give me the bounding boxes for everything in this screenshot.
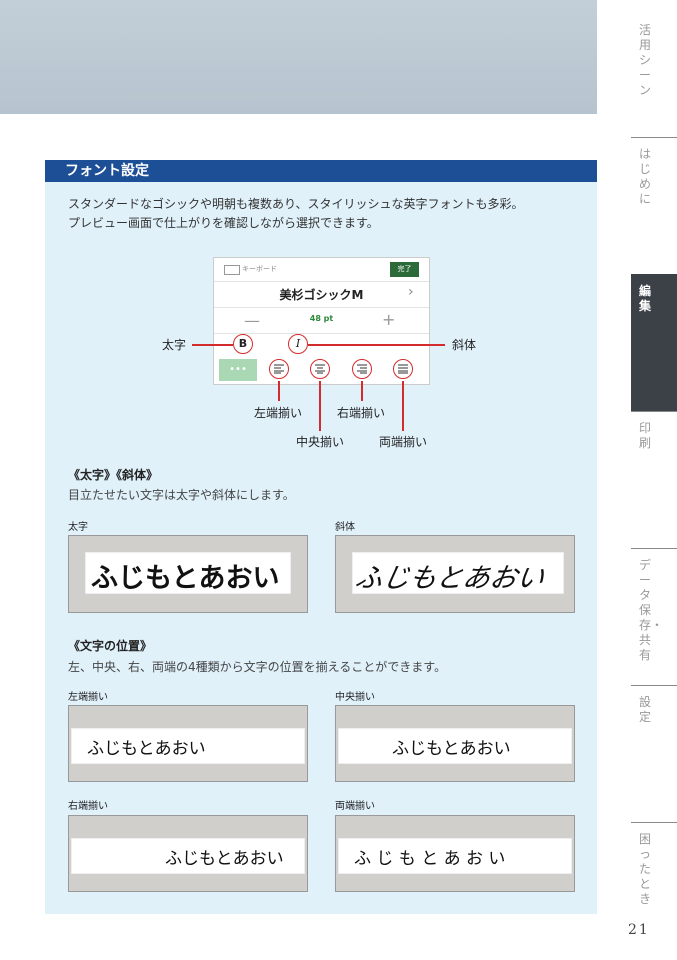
callout-line xyxy=(278,381,280,401)
center-sample-text: ふじもとあおい xyxy=(392,739,511,759)
sidebar-item-print[interactable]: 印刷 xyxy=(631,411,677,541)
sidebar-item-label: 活用シーン xyxy=(639,23,652,97)
italic-sample-text: ふじもとあおい xyxy=(352,563,547,594)
intro-line: スタンダードなゴシックや明朝も複数あり、スタイリッシュな英字フォントも多彩。 xyxy=(68,197,524,211)
sidebar-item-settings[interactable]: 設定 xyxy=(631,685,677,815)
align-center-icon xyxy=(315,364,325,374)
chapter-sidebar: 活用シーン はじめに 編集 印刷 データ保存・共有 設定 困ったとき xyxy=(631,0,677,960)
increase-size-button[interactable]: + xyxy=(382,310,395,329)
callout-align-center: 中央揃い xyxy=(296,435,345,449)
position-description: 左、中央、右、両端の4種類から文字の位置を揃えることができます。 xyxy=(68,660,447,674)
justify-sample-text: ふ じ も と あ お い xyxy=(354,849,506,869)
align-center-button[interactable] xyxy=(310,359,330,379)
position-heading: 《文字の位置》 xyxy=(68,639,153,653)
keyboard-label[interactable]: キーボード xyxy=(242,264,277,274)
align-center-preview: ふじもとあおい xyxy=(335,705,575,782)
align-left-preview: ふじもとあおい xyxy=(68,705,308,782)
align-left-button[interactable] xyxy=(269,359,289,379)
callout-line xyxy=(308,344,445,346)
align-justify-button[interactable] xyxy=(393,359,413,379)
font-size-stepper: — 48 pt + xyxy=(214,310,429,331)
sidebar-item-edit[interactable]: 編集 xyxy=(631,274,677,411)
callout-line xyxy=(402,381,404,431)
left-sample-text: ふじもとあおい xyxy=(87,739,206,759)
callout-bold: 太字 xyxy=(162,338,187,352)
intro-text: スタンダードなゴシックや明朝も複数あり、スタイリッシュな英字フォントも多彩。 プ… xyxy=(68,195,524,233)
sidebar-item-label: データ保存・共有 xyxy=(639,558,664,662)
right-caption: 右端揃い xyxy=(68,801,108,812)
sidebar-item-label: はじめに xyxy=(639,147,652,206)
page-number: 21 xyxy=(628,922,650,938)
justify-caption: 両端揃い xyxy=(335,801,375,812)
italic-button[interactable]: I xyxy=(288,334,308,354)
callout-line xyxy=(319,381,321,431)
align-left-icon xyxy=(274,364,284,374)
italic-preview: ふじもとあおい xyxy=(335,535,575,613)
callout-align-right: 右端揃い xyxy=(337,406,386,420)
sidebar-item-save-share[interactable]: データ保存・共有 xyxy=(631,548,677,678)
italic-caption: 斜体 xyxy=(335,522,355,533)
right-sample-text: ふじもとあおい xyxy=(165,849,284,869)
callout-line xyxy=(192,344,233,346)
align-right-button[interactable] xyxy=(352,359,372,379)
callout-align-justify: 両端揃い xyxy=(379,435,428,449)
bold-caption: 太字 xyxy=(68,522,88,533)
callout-align-left: 左端揃い xyxy=(254,406,303,420)
section-title: フォント設定 xyxy=(65,163,149,179)
sidebar-item-label: 印刷 xyxy=(639,421,652,450)
bold-sample-text: ふじもとあおい xyxy=(91,563,280,594)
done-button[interactable]: 完了 xyxy=(390,262,419,277)
sidebar-item-scenes[interactable]: 活用シーン xyxy=(631,5,677,105)
style-description: 目立たせたい文字は太字や斜体にします。 xyxy=(68,488,295,502)
left-caption: 左端揃い xyxy=(68,692,108,703)
font-size-value: 48 pt xyxy=(309,314,334,323)
align-justify-preview: ふ じ も と あ お い xyxy=(335,815,575,892)
sidebar-item-label: 困ったとき xyxy=(639,832,652,906)
font-name-selector[interactable]: 美杉ゴシックM xyxy=(214,286,429,303)
sidebar-item-label: 編集 xyxy=(639,284,652,313)
section-title-bar: フォント設定 xyxy=(45,160,597,182)
align-right-preview: ふじもとあおい xyxy=(68,815,308,892)
keyboard-icon[interactable] xyxy=(224,265,240,275)
intro-line: プレビュー画面で仕上がりを確認しながら選択できます。 xyxy=(68,216,379,230)
chevron-right-icon[interactable]: › xyxy=(408,284,414,300)
callout-italic: 斜体 xyxy=(452,338,477,352)
callout-line xyxy=(361,381,363,401)
center-caption: 中央揃い xyxy=(335,692,375,703)
align-right-icon xyxy=(357,364,367,374)
sidebar-item-trouble[interactable]: 困ったとき xyxy=(631,822,677,922)
header-photo-band xyxy=(0,0,597,114)
style-heading: 《太字》《斜体》 xyxy=(68,468,159,482)
more-options-button[interactable]: ••• xyxy=(219,359,257,381)
sidebar-item-label: 設定 xyxy=(639,695,652,724)
bold-button[interactable]: B xyxy=(233,334,253,354)
sidebar-item-intro[interactable]: はじめに xyxy=(631,137,677,247)
align-justify-icon xyxy=(398,364,408,374)
bold-preview: ふじもとあおい xyxy=(68,535,308,613)
